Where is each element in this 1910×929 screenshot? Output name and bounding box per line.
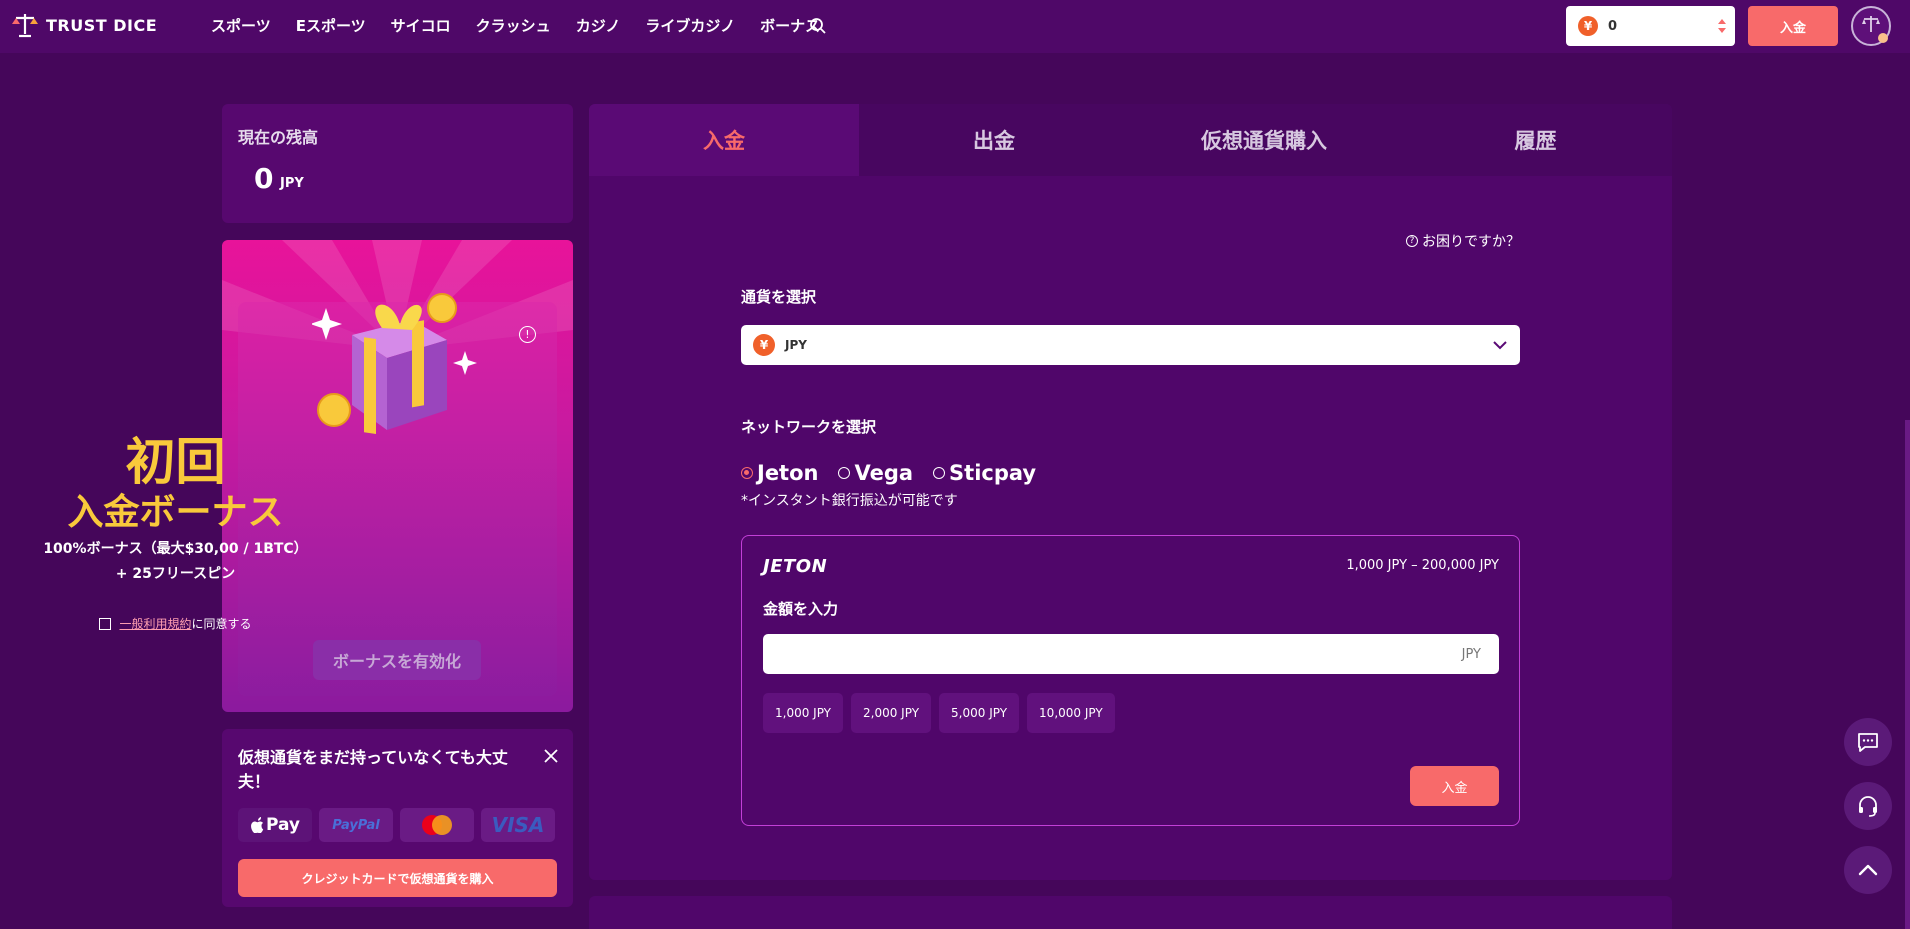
preset-10000[interactable]: 10,000 JPY: [1027, 693, 1115, 733]
apple-pay-logo: Pay: [238, 808, 312, 842]
terms-agreement: 一般利用規約に同意する: [0, 615, 351, 632]
balance-unit: JPY: [280, 176, 304, 191]
crypto-promo-title: 仮想通貨をまだ持っていなくても大丈夫！: [238, 748, 508, 791]
network-option-vega[interactable]: Vega: [838, 461, 913, 485]
tab-withdraw[interactable]: 出金: [859, 104, 1129, 176]
amount-label: 金額を入力: [763, 600, 839, 618]
bonus-free-spins: + 25フリースピン: [115, 566, 236, 582]
preset-2000[interactable]: 2,000 JPY: [851, 693, 932, 733]
gift-box-icon: [312, 293, 477, 434]
terms-checkbox[interactable]: [99, 617, 112, 630]
balance-title: 現在の残高: [238, 128, 319, 147]
scrollbar[interactable]: [1905, 420, 1910, 929]
scroll-top-button[interactable]: [1844, 846, 1892, 894]
network-option-jeton[interactable]: Jeton: [741, 461, 818, 485]
nav-item-live-casino[interactable]: ライブカジノ: [645, 15, 735, 36]
jeton-deposit-box: JETON 1,000 JPY – 200,000 JPY 金額を入力 JPY …: [741, 535, 1520, 826]
network-label: ネットワークを選択: [741, 418, 877, 436]
paypal-logo: PayPal: [319, 808, 393, 842]
preset-1000[interactable]: 1,000 JPY: [763, 693, 844, 733]
preset-5000[interactable]: 5,000 JPY: [939, 693, 1020, 733]
logo[interactable]: TRUST DICE: [10, 12, 157, 38]
top-header: TRUST DICE スポーツ Eスポーツ サイコロ クラッシュ カジノ ライブ…: [0, 0, 1910, 53]
amount-presets: 1,000 JPY 2,000 JPY 5,000 JPY 10,000 JPY: [763, 693, 1115, 733]
activate-bonus-button[interactable]: ボーナスを有効化: [313, 640, 481, 680]
network-name: Jeton: [757, 461, 819, 485]
jpy-coin-icon: ¥: [753, 334, 775, 356]
radio-sticpay[interactable]: [933, 467, 946, 479]
chat-button[interactable]: [1844, 718, 1892, 766]
bonus-description: 100%ボーナス（最大$30,00 / 1BTC）: [43, 541, 308, 557]
main-nav: スポーツ Eスポーツ サイコロ クラッシュ カジノ ライブカジノ ボーナス: [211, 15, 820, 36]
jeton-logo: JETON: [763, 556, 828, 577]
nav-item-sports[interactable]: スポーツ: [211, 15, 271, 36]
chat-icon: [1858, 733, 1878, 752]
nav-item-esports[interactable]: Eスポーツ: [296, 15, 366, 36]
radio-vega[interactable]: [838, 467, 851, 479]
avatar-logo-icon: [1862, 16, 1888, 43]
current-balance-card: 現在の残高 0 JPY: [222, 104, 573, 223]
question-icon: ?: [1406, 235, 1418, 247]
amount-unit: JPY: [1461, 647, 1481, 662]
nav-item-crash[interactable]: クラッシュ: [476, 15, 551, 36]
nav-item-dice[interactable]: サイコロ: [391, 15, 451, 36]
currency-label: 通貨を選択: [741, 288, 817, 306]
balance-selector[interactable]: ¥ 0: [1566, 6, 1735, 46]
currency-select[interactable]: ¥ JPY: [741, 325, 1520, 365]
visa-logo: VISA: [481, 808, 555, 842]
bonus-title-deposit: 入金ボーナス: [67, 492, 284, 533]
terms-link[interactable]: 一般利用規約: [119, 617, 191, 631]
lower-panel: [589, 896, 1672, 929]
tab-deposit[interactable]: 入金: [589, 104, 859, 176]
balance-amount: 0: [254, 162, 274, 195]
radio-jeton[interactable]: [741, 467, 753, 479]
wallet-tabs: 入金 出金 仮想通貨購入 履歴: [589, 104, 1672, 176]
network-name: Sticpay: [949, 461, 1037, 485]
mastercard-logo: [400, 808, 474, 842]
balance-value: 0: [1608, 18, 1618, 34]
search-icon[interactable]: [808, 16, 828, 36]
network-options: Jeton Vega Sticpay: [741, 461, 1048, 485]
crypto-purchase-card: 仮想通貨をまだ持っていなくても大丈夫！ Pay PayPal VISA クレジッ…: [222, 729, 573, 907]
sort-arrows-icon: [1718, 19, 1726, 33]
logo-text: TRUST DICE: [46, 15, 158, 35]
help-link[interactable]: ? お困りですか？: [1406, 231, 1520, 251]
headset-icon: [1859, 796, 1877, 817]
amount-input[interactable]: [763, 634, 1499, 674]
jpy-coin-icon: ¥: [1578, 16, 1598, 36]
tab-buy-crypto[interactable]: 仮想通貨購入: [1129, 104, 1399, 176]
apple-icon: [251, 817, 264, 833]
close-icon[interactable]: [542, 747, 560, 765]
mastercard-icon: [422, 815, 452, 835]
deposit-submit-button[interactable]: 入金: [1410, 766, 1499, 806]
network-name: Vega: [854, 461, 914, 485]
chevron-up-icon: [1858, 864, 1878, 876]
bonus-info-icon[interactable]: !: [519, 326, 536, 343]
network-note: *インスタント銀行振込が可能です: [741, 493, 958, 509]
nav-item-casino[interactable]: カジノ: [576, 15, 621, 36]
trustdice-logo-icon: [12, 14, 38, 38]
terms-suffix: に同意する: [191, 617, 252, 631]
chevron-down-icon: [1493, 341, 1507, 350]
buy-crypto-button[interactable]: クレジットカードで仮想通貨を購入: [238, 859, 557, 897]
support-button[interactable]: [1844, 782, 1892, 830]
header-deposit-button[interactable]: 入金: [1748, 6, 1838, 46]
network-option-sticpay[interactable]: Sticpay: [933, 461, 1036, 485]
payment-methods: Pay PayPal VISA: [238, 808, 555, 842]
currency-value: JPY: [785, 338, 807, 352]
help-text: お困りですか？: [1422, 234, 1520, 250]
user-avatar[interactable]: [1851, 6, 1891, 46]
deposit-range: 1,000 JPY – 200,000 JPY: [1346, 558, 1499, 573]
tab-history[interactable]: 履歴: [1399, 104, 1672, 176]
apple-pay-text: Pay: [265, 815, 301, 835]
